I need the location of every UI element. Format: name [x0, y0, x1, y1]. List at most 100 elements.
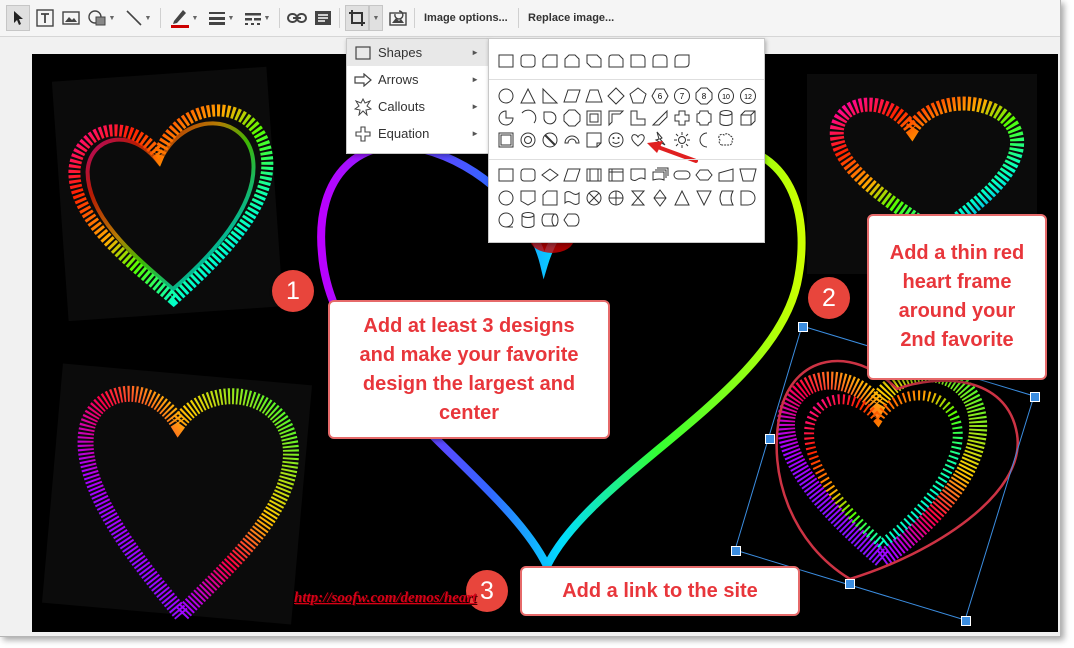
step-1-callout: Add at least 3 designs and make your fav… — [328, 300, 610, 439]
resize-handle[interactable] — [1030, 392, 1040, 402]
line-weight-icon[interactable]: ▼ — [205, 5, 237, 31]
flowchart-offpage-connector-icon[interactable] — [519, 189, 537, 207]
flowchart-connector-icon[interactable] — [497, 189, 515, 207]
parallelogram-shape-icon[interactable] — [563, 87, 581, 105]
flowchart-collate-icon[interactable] — [629, 189, 647, 207]
chord-shape-icon[interactable] — [519, 109, 537, 127]
flowchart-or-icon[interactable] — [607, 189, 625, 207]
snip-corner-rectangle-shape-icon[interactable] — [541, 53, 559, 69]
flowchart-decision-icon[interactable] — [541, 167, 559, 183]
smiley-face-shape-icon[interactable] — [607, 131, 625, 149]
round-diagonal-rectangle-shape-icon[interactable] — [673, 53, 691, 69]
site-link[interactable]: http://soofw.com/demos/heart — [294, 590, 476, 607]
flowchart-data-icon[interactable] — [563, 167, 581, 183]
flowchart-process-icon[interactable] — [497, 167, 515, 183]
rectangle-shape-icon[interactable] — [497, 53, 515, 69]
bevel-shape-icon[interactable] — [497, 131, 515, 149]
select-icon[interactable] — [6, 5, 30, 31]
diamond-shape-icon[interactable] — [607, 87, 625, 105]
mask-image-icon[interactable]: ▼ — [369, 5, 383, 31]
flowchart-sequential-storage-icon[interactable] — [497, 211, 515, 229]
heptagon-shape-icon[interactable]: 7 — [673, 87, 691, 105]
no-symbol-shape-icon[interactable] — [541, 131, 559, 149]
flowchart-sort-icon[interactable] — [651, 189, 669, 207]
flowchart-summing-junction-icon[interactable] — [585, 189, 603, 207]
menu-item-callouts[interactable]: Callouts ► — [347, 93, 489, 120]
link-icon[interactable] — [285, 5, 309, 31]
resize-handle[interactable] — [798, 322, 808, 332]
cross-shape-icon[interactable] — [673, 109, 691, 127]
diagonal-stripe-shape-icon[interactable] — [651, 109, 669, 127]
half-frame-shape-icon[interactable] — [607, 109, 625, 127]
right-triangle-shape-icon[interactable] — [541, 87, 559, 105]
snip-round-rectangle-shape-icon[interactable] — [607, 53, 625, 69]
folded-corner-shape-icon[interactable] — [585, 131, 603, 149]
flowchart-display-icon[interactable] — [563, 211, 581, 229]
rounded-rectangle-shape-icon[interactable] — [519, 53, 537, 69]
frame-shape-icon[interactable] — [585, 109, 603, 127]
flowchart-direct-access-storage-icon[interactable] — [541, 211, 559, 229]
cube-shape-icon[interactable] — [739, 109, 757, 127]
menu-item-arrows[interactable]: Arrows ► — [347, 66, 489, 93]
flowchart-punched-tape-icon[interactable] — [563, 189, 581, 207]
triangle-shape-icon[interactable] — [519, 87, 537, 105]
image-icon[interactable] — [59, 5, 83, 31]
flowchart-manual-input-icon[interactable] — [717, 167, 735, 183]
replace-image-button[interactable]: Replace image... — [528, 5, 614, 31]
flowchart-magnetic-disk-icon[interactable] — [519, 211, 537, 229]
pointer-arrow-icon — [647, 141, 698, 163]
crop-icon[interactable] — [345, 5, 369, 31]
cloud-shape-icon[interactable] — [717, 131, 735, 149]
pentagon-shape-icon[interactable] — [629, 87, 647, 105]
menu-item-shapes[interactable]: Shapes ► — [347, 39, 489, 66]
line-color-icon[interactable]: ▼ — [166, 5, 202, 31]
l-shape-icon[interactable] — [629, 109, 647, 127]
hexagon-shape-icon[interactable]: 6 — [651, 87, 669, 105]
menu-item-equation[interactable]: Equation ► — [347, 120, 489, 147]
shape-number[interactable]: 12 — [744, 94, 752, 101]
trapezoid-shape-icon[interactable] — [585, 87, 603, 105]
shape-icon[interactable]: ▼ — [85, 5, 117, 31]
line-icon[interactable]: ▼ — [120, 5, 156, 31]
resize-handle[interactable] — [845, 579, 855, 589]
flowchart-alternate-process-icon[interactable] — [519, 167, 537, 183]
oval-shape-icon[interactable] — [497, 87, 515, 105]
dodecagon-shape-icon[interactable]: 12 — [739, 87, 757, 105]
flowchart-preparation-icon[interactable] — [695, 167, 713, 183]
flowchart-extract-icon[interactable] — [673, 189, 691, 207]
text-box-icon[interactable] — [33, 5, 57, 31]
reset-image-icon[interactable] — [386, 5, 410, 31]
comment-icon[interactable] — [311, 5, 335, 31]
flowchart-internal-storage-icon[interactable] — [607, 167, 625, 183]
flowchart-card-icon[interactable] — [541, 189, 559, 207]
pie-shape-icon[interactable] — [497, 109, 515, 127]
flowchart-merge-icon[interactable] — [695, 189, 713, 207]
step-2-badge: 2 — [808, 277, 850, 319]
flowchart-manual-operation-icon[interactable] — [739, 167, 757, 183]
line-dash-icon[interactable]: ▼ — [240, 5, 274, 31]
resize-handle[interactable] — [961, 616, 971, 626]
octagon-plain-shape-icon[interactable] — [563, 109, 581, 127]
resize-handle[interactable] — [731, 546, 741, 556]
flowchart-document-icon[interactable] — [629, 167, 647, 183]
plaque-shape-icon[interactable] — [695, 109, 713, 127]
flowchart-multidocument-icon[interactable] — [651, 167, 669, 183]
flowchart-stored-data-icon[interactable] — [717, 189, 735, 207]
round-single-corner-rectangle-shape-icon[interactable] — [629, 53, 647, 69]
image-options-button[interactable]: Image options... — [424, 5, 508, 31]
flowchart-terminator-icon[interactable] — [673, 167, 691, 183]
flowchart-delay-icon[interactable] — [739, 189, 757, 207]
decagon-shape-icon[interactable]: 10 — [717, 87, 735, 105]
round-same-side-rectangle-shape-icon[interactable] — [651, 53, 669, 69]
step-1-badge: 1 — [272, 270, 314, 312]
block-arc-shape-icon[interactable] — [563, 131, 581, 149]
toolbar: ▼ ▼ ▼ ▼ ▼ ▼ Image options... Replace ima… — [0, 0, 1060, 37]
flowchart-predefined-process-icon[interactable] — [585, 167, 603, 183]
can-shape-icon[interactable] — [717, 109, 735, 127]
donut-shape-icon[interactable] — [519, 131, 537, 149]
octagon-shape-icon[interactable]: 8 — [695, 87, 713, 105]
teardrop-shape-icon[interactable] — [541, 109, 559, 127]
snip-same-side-rectangle-shape-icon[interactable] — [563, 53, 581, 69]
snip-diagonal-rectangle-shape-icon[interactable] — [585, 53, 603, 69]
resize-handle[interactable] — [765, 434, 775, 444]
